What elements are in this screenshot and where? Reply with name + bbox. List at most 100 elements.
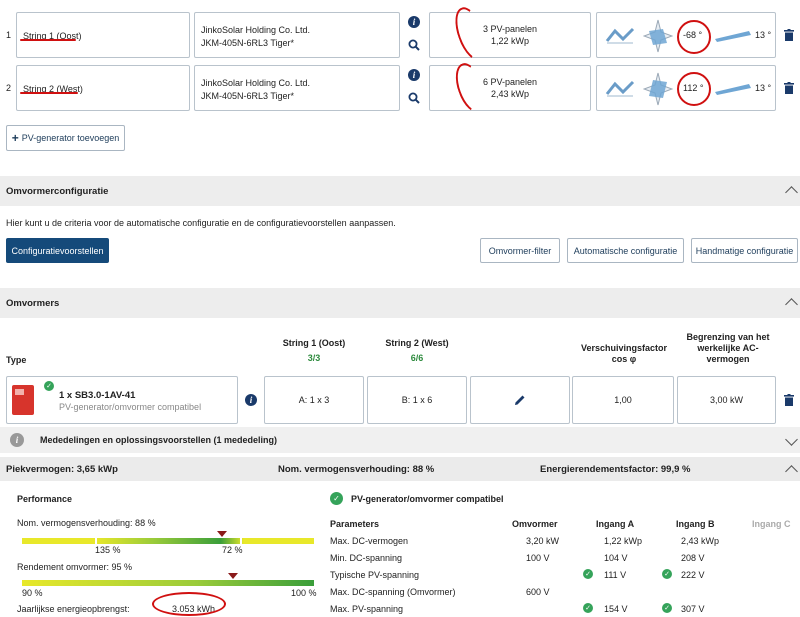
tilt-value: 13 ° <box>755 83 772 93</box>
module-field[interactable]: JinkoSolar Holding Co. Ltd. JKM-405N-6RL… <box>194 65 400 111</box>
config-title: Omvormerconfiguratie <box>6 185 109 197</box>
annotation-circle <box>677 72 711 106</box>
panel-count-field[interactable]: 6 PV-panelen 2,43 kWp <box>429 65 591 111</box>
chevron-up-icon[interactable] <box>785 298 798 311</box>
inverter-name: 1 x SB3.0-1AV-41 <box>59 390 136 401</box>
info-icon[interactable]: i <box>245 394 257 406</box>
param-name: Min. DC-spanning <box>330 553 403 563</box>
column-string-2-count: 6/6 <box>410 353 424 363</box>
string-2-assignment[interactable]: B: 1 x 6 <box>367 376 467 424</box>
tilt-icon <box>715 84 751 95</box>
inverters-section-header[interactable]: Omvormers <box>0 288 800 318</box>
input-a-value: 104 V <box>604 553 628 563</box>
chevron-down-icon[interactable] <box>785 433 798 446</box>
search-icon[interactable] <box>408 92 420 104</box>
string-name-field[interactable]: String 1 (Oost) <box>16 12 190 58</box>
input-b-value: 307 V <box>681 604 705 614</box>
inverters-title: Omvormers <box>6 297 60 309</box>
module-model: JKM-405N-6RL3 Tiger* <box>201 38 295 48</box>
gauge-tick <box>95 538 97 544</box>
column-input-a: Ingang A <box>596 519 635 529</box>
config-section-header[interactable]: Omvormerconfiguratie <box>0 176 800 206</box>
inverter-compat: PV-generator/omvormer compatibel <box>59 402 202 412</box>
inverter-value: 100 V <box>526 553 550 563</box>
config-description: Hier kunt u de criteria voor de automati… <box>6 218 396 228</box>
edit-assignment-button[interactable] <box>470 376 570 424</box>
performance-title: Performance <box>17 494 73 504</box>
button-label: Automatische configuratie <box>573 245 678 256</box>
panel-count: 6 PV-panelen <box>482 77 538 87</box>
peak-power: Piekvermogen: 3,65 kWp <box>6 463 118 475</box>
add-pv-generator-button[interactable]: + PV-generator toevoegen <box>6 125 125 151</box>
chevron-up-icon[interactable] <box>785 186 798 199</box>
trash-icon[interactable] <box>784 29 794 41</box>
column-parameters: Parameters <box>330 519 380 529</box>
assignment-value: B: 1 x 6 <box>401 395 433 405</box>
string-number: 2 <box>6 83 12 93</box>
roof-icon <box>605 80 635 97</box>
check-icon: ✓ <box>662 569 672 579</box>
string-1-assignment[interactable]: A: 1 x 3 <box>264 376 364 424</box>
param-name: Max. DC-vermogen <box>330 536 409 546</box>
inverter-icon <box>12 385 34 415</box>
chevron-up-icon[interactable] <box>785 465 798 478</box>
module-field[interactable]: JinkoSolar Holding Co. Ltd. JKM-405N-6RL… <box>194 12 400 58</box>
trash-icon[interactable] <box>784 394 794 406</box>
panel-count: 3 PV-panelen <box>482 24 538 34</box>
panel-count-field[interactable]: 3 PV-panelen 1,22 kWp <box>429 12 591 58</box>
tilt-icon <box>715 31 751 42</box>
check-icon: ✓ <box>662 603 672 613</box>
string-power: 1,22 kWp <box>490 36 530 46</box>
check-icon: ✓ <box>330 492 343 505</box>
manual-configuration-button[interactable]: Handmatige configuratie <box>691 238 798 263</box>
inverter-value: 3,20 kW <box>526 536 560 546</box>
phase-factor-value: 1,00 <box>614 395 632 405</box>
check-icon: ✓ <box>44 381 54 391</box>
assignment-value: A: 1 x 3 <box>298 395 330 405</box>
column-ac-limit: Begrenzing van het werkelijke AC-vermoge… <box>686 332 770 364</box>
info-icon[interactable]: i <box>408 69 420 81</box>
efficiency-label: Rendement omvormer: 95 % <box>17 562 133 572</box>
column-input-c: Ingang C <box>752 519 791 529</box>
messages-label: Mededelingen en oplossingsvoorstellen (1… <box>40 435 278 445</box>
trash-icon[interactable] <box>784 82 794 94</box>
string-power: 2,43 kWp <box>490 89 530 99</box>
input-a-value: 154 V <box>604 604 628 614</box>
input-a-value: 1,22 kWp <box>604 536 643 546</box>
string-name-field[interactable]: String 2 (West) <box>16 65 190 111</box>
button-label: Omvormer-filter <box>488 245 552 256</box>
column-string-1: String 1 (Oost) <box>282 338 346 348</box>
messages-bar[interactable]: i Mededelingen en oplossingsvoorstellen … <box>0 427 800 453</box>
configuration-proposals-button[interactable]: Configuratievoorstellen <box>6 238 109 263</box>
automatic-configuration-button[interactable]: Automatische configuratie <box>567 238 684 263</box>
check-icon: ✓ <box>583 569 593 579</box>
button-label: Configuratievoorstellen <box>11 245 104 256</box>
inverter-card[interactable]: ✓ 1 x SB3.0-1AV-41 PV-generator/omvormer… <box>6 376 238 424</box>
inverter-filter-button[interactable]: Omvormer-filter <box>480 238 560 263</box>
summary-bar[interactable]: Piekvermogen: 3,65 kWp Nom. vermogensver… <box>0 457 800 481</box>
gauge-tick <box>240 538 242 544</box>
info-icon[interactable]: i <box>408 16 420 28</box>
compass-icon <box>643 72 673 106</box>
phase-factor-field[interactable]: 1,00 <box>572 376 674 424</box>
inverter-value: 600 V <box>526 587 550 597</box>
efficiency-marker <box>227 573 238 579</box>
param-name: Typische PV-spanning <box>330 570 420 580</box>
module-manufacturer: JinkoSolar Holding Co. Ltd. <box>201 78 311 88</box>
pencil-icon <box>515 395 525 405</box>
column-phase-factor: Verschuivingsfactor cos φ <box>580 343 668 364</box>
efficiency-gauge <box>22 580 314 586</box>
yield-factor: Energierendementsfactor: 99,9 % <box>540 463 691 475</box>
ac-limit-field[interactable]: 3,00 kW <box>677 376 776 424</box>
tilt-value: 13 ° <box>755 30 772 40</box>
param-name: Max. DC-spanning (Omvormer) <box>330 587 456 597</box>
ratio-gauge-ticks <box>22 538 314 544</box>
compass-icon <box>643 19 673 53</box>
module-model: JKM-405N-6RL3 Tiger* <box>201 91 295 101</box>
column-string-1-count: 3/3 <box>307 353 321 363</box>
ac-limit-value: 3,00 kW <box>709 395 743 405</box>
input-b-value: 208 V <box>681 553 705 563</box>
yield-label: Jaarlijkse energieopbrengst: <box>17 604 130 614</box>
search-icon[interactable] <box>408 39 420 51</box>
efficiency-right-label: 100 % <box>291 588 317 598</box>
